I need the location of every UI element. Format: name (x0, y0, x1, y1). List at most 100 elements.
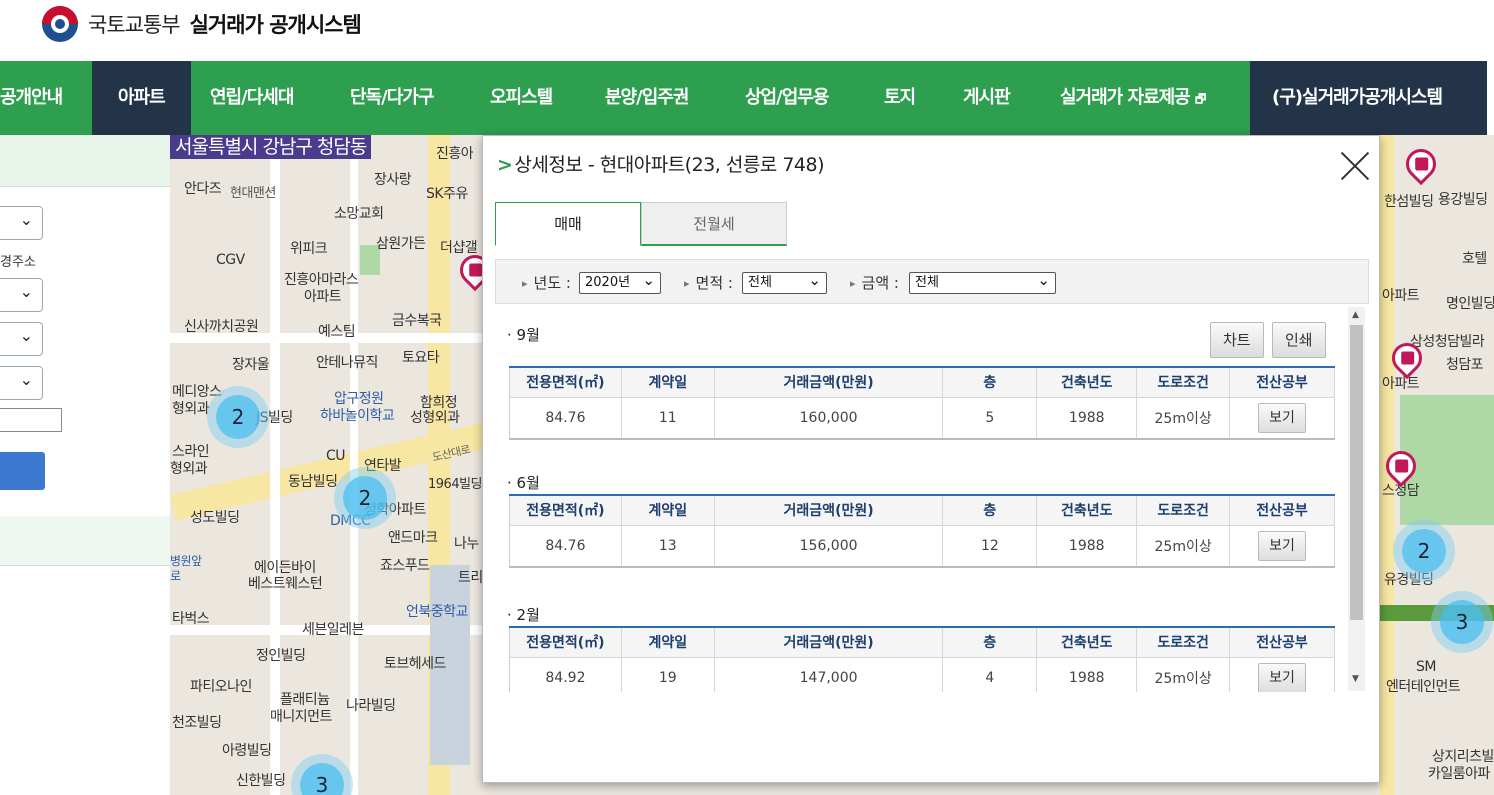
sidebar-select-2[interactable] (0, 278, 43, 312)
col-build-year: 건축년도 (1036, 367, 1138, 398)
print-button[interactable]: 인쇄 (1272, 322, 1326, 358)
map-label: 아파트 (304, 289, 342, 305)
cell-price: 147,000 (713, 656, 944, 692)
sidebar-header-band (0, 135, 170, 187)
nav-item-apartment[interactable]: 아파트 (92, 61, 191, 135)
map-label: 청담포 (1446, 357, 1484, 373)
map-label: CGV (216, 252, 245, 268)
map-label: 정인빌딩 (256, 648, 306, 664)
deal-table: 전용면적(㎡) 계약일 거래금액(만원) 층 건축년도 도로조건 전산공부 84… (509, 494, 1335, 568)
map-label: 토요타 (402, 350, 440, 366)
sidebar-search-button[interactable] (0, 452, 45, 490)
month-title: 9월 (507, 324, 540, 345)
year-select[interactable]: 2020년 (579, 270, 661, 294)
cell-day: 19 (620, 656, 715, 692)
col-floor: 층 (942, 495, 1038, 526)
cell-floor: 5 (942, 396, 1038, 440)
filter-bar: 년도 : 2020년 면적 : 전체 금액 : 전체 (495, 259, 1369, 304)
col-doc: 전산공부 (1229, 627, 1335, 658)
sidebar-address-label: 경주소 (0, 255, 36, 270)
modal-title: > 상세정보 - 현대아파트(23, 선릉로 748) (497, 150, 825, 177)
apartment-pin-icon[interactable] (1399, 142, 1443, 186)
cell-area: 84.76 (509, 396, 622, 440)
sidebar-select-1[interactable] (0, 206, 43, 240)
map-label: 아파트 (1382, 376, 1420, 392)
map-label: 트리 (458, 570, 483, 586)
col-contract-day: 계약일 (620, 627, 715, 658)
col-price: 거래금액(만원) (713, 495, 944, 526)
scroll-down-icon[interactable]: ▼ (1352, 674, 1359, 684)
price-cluster-marker[interactable]: 2 (343, 476, 387, 520)
price-cluster-marker[interactable]: 3 (1440, 600, 1484, 644)
site-logo[interactable]: 국토교통부 실거래가 공개시스템 (42, 6, 362, 42)
map-label: 삼원가든 (376, 236, 426, 252)
sidebar-select-4[interactable] (0, 366, 43, 400)
nav-item-old-system[interactable]: (구)실거래가공개시스템 (1250, 61, 1487, 135)
col-price: 거래금액(만원) (713, 367, 944, 398)
nav-item-presale[interactable]: 분양/입주권 (605, 61, 689, 135)
search-sidebar: 경주소 (0, 135, 170, 795)
nav-item-villa[interactable]: 연립/다세대 (210, 61, 294, 135)
sidebar-footer-band (0, 516, 170, 566)
col-area: 전용면적(㎡) (509, 495, 622, 526)
site-header: 국토교통부 실거래가 공개시스템 (0, 0, 1494, 61)
cell-road: 25m이상 (1136, 396, 1231, 440)
price-filter-label: 금액 : (850, 272, 899, 293)
price-cluster-marker[interactable]: 2 (1402, 529, 1446, 573)
cell-price: 160,000 (713, 396, 944, 440)
chart-button[interactable]: 차트 (1210, 322, 1264, 358)
chevron-right-icon: > (497, 154, 513, 176)
map-label: 성도빌딩 (190, 510, 240, 526)
nav-item-house[interactable]: 단독/다가구 (350, 61, 434, 135)
map-label: 동남빌딩 (288, 474, 338, 490)
price-cluster-marker[interactable]: 2 (216, 395, 260, 439)
deal-table: 전용면적(㎡) 계약일 거래금액(만원) 층 건축년도 도로조건 전산공부 84… (509, 366, 1335, 440)
price-cluster-marker[interactable]: 3 (300, 763, 344, 795)
cell-price: 156,000 (713, 524, 944, 568)
cell-floor: 12 (942, 524, 1038, 568)
cell-area: 84.76 (509, 524, 622, 568)
area-select[interactable]: 전체 (742, 270, 827, 294)
month-title: 6월 (507, 472, 540, 493)
map-label: 한섬빌딩 (1384, 194, 1434, 210)
col-floor: 층 (942, 627, 1038, 658)
ministry-name: 국토교통부 (88, 13, 181, 37)
map-label: 형외과 (170, 461, 208, 477)
sidebar-select-3[interactable] (0, 322, 43, 356)
deal-list-scrollbar[interactable]: ▲ ▼ (1348, 307, 1365, 691)
map-label: 장사랑 (374, 172, 412, 188)
scroll-up-icon[interactable]: ▲ (1352, 310, 1359, 320)
map-label: SK주유 (426, 186, 468, 202)
nav-item-officetel[interactable]: 오피스텔 (490, 61, 553, 135)
col-floor: 층 (942, 367, 1038, 398)
map-label: 나누 (454, 536, 479, 552)
view-doc-button[interactable]: 보기 (1258, 662, 1306, 692)
scrollbar-thumb[interactable] (1350, 325, 1363, 620)
map-label: 예스팀 (318, 324, 356, 340)
map-label: 호텔 (1462, 251, 1487, 267)
nav-item-board[interactable]: 게시판 (963, 61, 1011, 135)
sidebar-text-input[interactable] (0, 408, 62, 432)
map-label: 타벅스 (172, 611, 210, 627)
table-row: 84.92 19 147,000 4 1988 25m이상 보기 (509, 656, 1335, 692)
price-select[interactable]: 전체 (909, 270, 1056, 294)
view-doc-button[interactable]: 보기 (1258, 402, 1306, 433)
map-label: 매니지먼트 (270, 709, 332, 725)
nav-item-data-provision[interactable]: 실거래가 자료제공 🗗 (1060, 61, 1206, 135)
table-row: 84.76 11 160,000 5 1988 25m이상 보기 (509, 396, 1335, 440)
tab-sale[interactable]: 매매 (495, 202, 641, 246)
map-label: JS빌딩 (256, 410, 293, 426)
close-icon[interactable] (1339, 150, 1371, 182)
nav-item-land[interactable]: 토지 (884, 61, 916, 135)
tab-rent[interactable]: 전월세 (641, 202, 787, 246)
map-label: 나라빌딩 (346, 698, 396, 714)
deal-list-scroll[interactable]: 9월 차트 인쇄 전용면적(㎡) 계약일 거래금액(만원) 층 건축년도 도로조… (495, 308, 1367, 692)
area-name-banner: 서울특별시 강남구 청담동 (170, 135, 372, 159)
col-contract-day: 계약일 (620, 495, 715, 526)
nav-item-commercial[interactable]: 상업/업무용 (745, 61, 829, 135)
nav-item-guide[interactable]: 공개안내 (0, 61, 63, 135)
cell-year: 1988 (1036, 524, 1138, 568)
view-doc-button[interactable]: 보기 (1258, 530, 1306, 561)
deal-table: 전용면적(㎡) 계약일 거래금액(만원) 층 건축년도 도로조건 전산공부 84… (509, 626, 1335, 692)
table-row: 84.76 13 156,000 12 1988 25m이상 보기 (509, 524, 1335, 568)
